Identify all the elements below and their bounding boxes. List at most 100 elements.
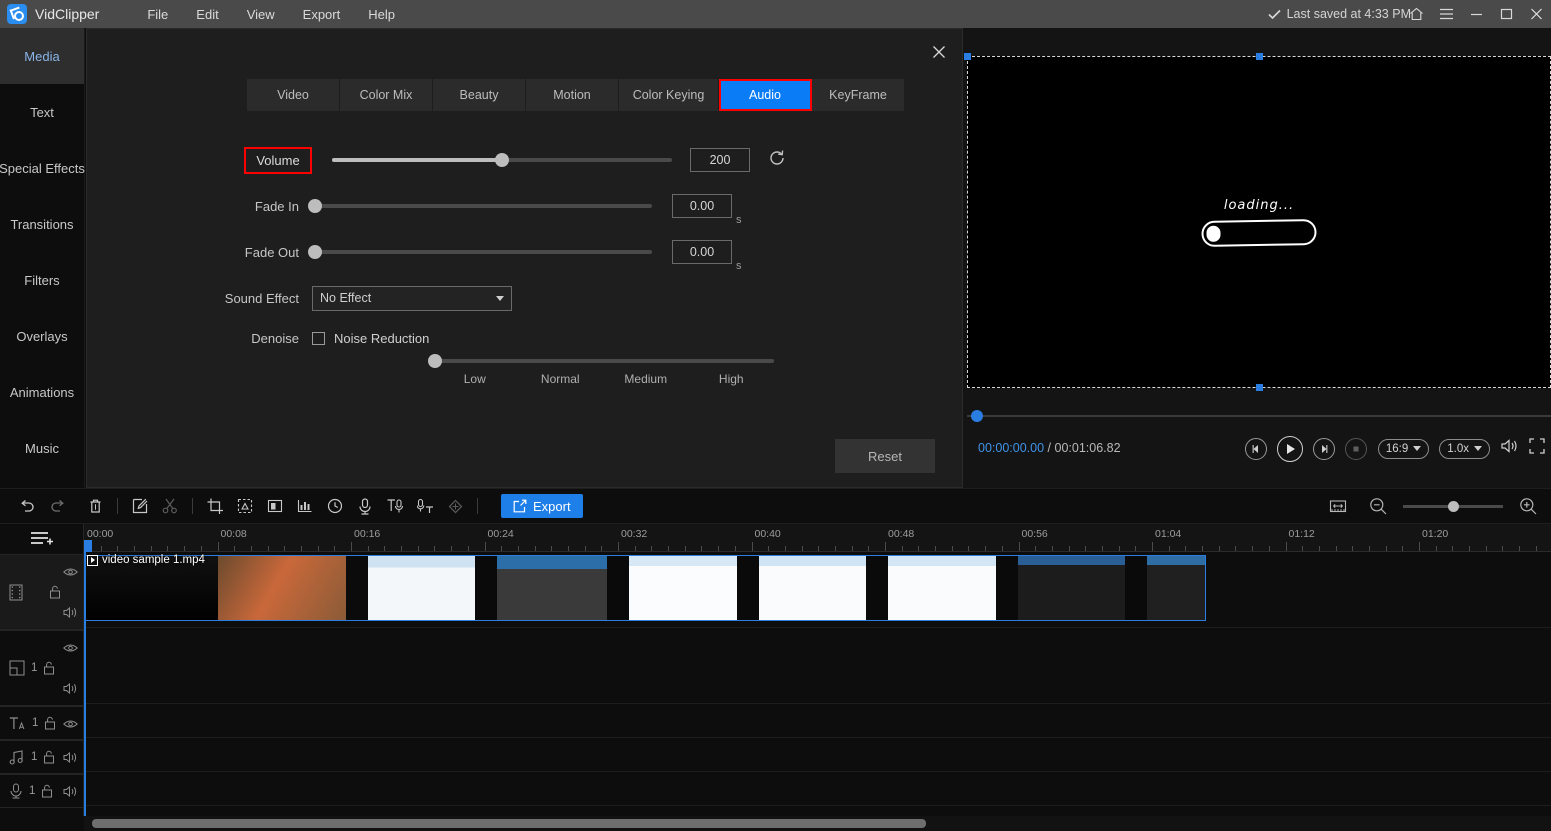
mask-icon[interactable]: [230, 491, 260, 521]
speaker-icon[interactable]: [63, 682, 78, 695]
speaker-icon[interactable]: [63, 751, 78, 764]
timeline-lane-voiceover[interactable]: [84, 772, 1551, 806]
unlock-icon[interactable]: [49, 585, 61, 599]
volume-slider[interactable]: [332, 153, 672, 167]
keyframe-diamond-icon[interactable]: [440, 491, 470, 521]
tab-color-mix[interactable]: Color Mix: [340, 79, 433, 111]
fade-out-slider[interactable]: [308, 245, 652, 259]
unlock-icon[interactable]: [44, 716, 56, 730]
eye-icon[interactable]: [63, 567, 78, 577]
reset-button[interactable]: Reset: [835, 439, 935, 473]
timeline-lane-music[interactable]: [84, 738, 1551, 772]
freeze-frame-icon[interactable]: [260, 491, 290, 521]
sidebar-item-filters[interactable]: Filters: [0, 252, 84, 308]
sidebar-item-media[interactable]: Media: [0, 28, 84, 84]
next-frame-icon[interactable]: [1313, 438, 1335, 460]
playhead-handle[interactable]: [84, 540, 92, 552]
sidebar-item-overlays[interactable]: Overlays: [0, 308, 84, 364]
sidebar-item-animations[interactable]: Animations: [0, 364, 84, 420]
close-icon[interactable]: [926, 39, 952, 65]
scrollbar-thumb[interactable]: [92, 819, 926, 828]
redo-icon[interactable]: [42, 491, 72, 521]
preview-canvas[interactable]: loading...: [964, 53, 1551, 391]
menu-view[interactable]: View: [233, 2, 289, 27]
selection-handle-bottom-center[interactable]: [1256, 384, 1263, 391]
timeline-horizontal-scrollbar[interactable]: [84, 816, 1551, 831]
stop-icon[interactable]: [1345, 438, 1367, 460]
text-to-speech-icon[interactable]: [380, 491, 410, 521]
tab-audio[interactable]: Audio: [719, 79, 812, 111]
edit-icon[interactable]: [125, 491, 155, 521]
eye-icon[interactable]: [63, 643, 78, 653]
tab-video[interactable]: Video: [247, 79, 340, 111]
minimize-icon[interactable]: [1461, 0, 1491, 28]
volume-value-input[interactable]: 200: [690, 148, 750, 172]
play-icon[interactable]: [1277, 436, 1303, 462]
sidebar-item-text[interactable]: Text: [0, 84, 84, 140]
timeline-clip-video[interactable]: [84, 555, 1206, 621]
zoom-in-icon[interactable]: [1513, 491, 1543, 521]
sidebar-item-transitions[interactable]: Transitions: [0, 196, 84, 252]
hamburger-menu-icon[interactable]: [1431, 0, 1461, 28]
sound-effect-dropdown[interactable]: No Effect: [312, 285, 512, 311]
maximize-icon[interactable]: [1491, 0, 1521, 28]
scrubber-thumb[interactable]: [971, 410, 983, 422]
tab-beauty[interactable]: Beauty: [433, 79, 526, 111]
speaker-icon[interactable]: [63, 785, 78, 798]
fit-timeline-icon[interactable]: [1323, 491, 1353, 521]
noise-reduction-checkbox[interactable]: [312, 331, 325, 345]
timeline-lane-pip[interactable]: [84, 628, 1551, 704]
undo-icon[interactable]: [12, 491, 42, 521]
tab-keyframe[interactable]: KeyFrame: [812, 79, 905, 111]
fade-in-slider[interactable]: [308, 199, 652, 213]
speaker-icon[interactable]: [63, 606, 78, 619]
fade-in-value-input[interactable]: 0.00: [672, 194, 732, 218]
denoise-slider[interactable]: [428, 354, 774, 368]
fade-out-value-input[interactable]: 0.00: [672, 240, 732, 264]
track-header-pip[interactable]: 1: [0, 630, 84, 706]
preview-scrubber[interactable]: [967, 408, 1551, 424]
track-header-music[interactable]: 1: [0, 740, 84, 774]
close-icon[interactable]: [1521, 0, 1551, 28]
unlock-icon[interactable]: [43, 750, 55, 764]
tab-color-keying[interactable]: Color Keying: [619, 79, 719, 111]
prev-frame-icon[interactable]: [1245, 438, 1267, 460]
zoom-out-icon[interactable]: [1363, 491, 1393, 521]
track-header-video[interactable]: [0, 554, 84, 630]
home-icon[interactable]: [1401, 0, 1431, 28]
timeline-lane-video[interactable]: video sample 1.mp4: [84, 552, 1551, 628]
menu-export[interactable]: Export: [289, 2, 355, 27]
timeline-lane-text[interactable]: [84, 704, 1551, 738]
aspect-ratio-dropdown[interactable]: 16:9: [1377, 438, 1430, 459]
sidebar-item-music[interactable]: Music: [0, 420, 84, 476]
playhead[interactable]: [84, 540, 86, 816]
sidebar-item-special-effects[interactable]: Special Effects: [0, 140, 85, 196]
record-mic-icon[interactable]: [350, 491, 380, 521]
export-button[interactable]: Export: [501, 494, 583, 518]
zoom-slider[interactable]: [1403, 500, 1503, 512]
track-header-voiceover[interactable]: 1: [0, 774, 84, 808]
delete-icon[interactable]: [80, 491, 110, 521]
menu-edit[interactable]: Edit: [182, 2, 232, 27]
fullscreen-icon[interactable]: [1529, 438, 1545, 459]
menu-help[interactable]: Help: [354, 2, 409, 27]
menu-file[interactable]: File: [133, 2, 182, 27]
unlock-icon[interactable]: [41, 784, 53, 798]
timeline-ruler[interactable]: 00:00 00:08 00:16 00:24 00:32 00:40 00:48 00:56…: [84, 524, 1551, 552]
add-track-icon[interactable]: [0, 524, 84, 554]
selection-handle-top-center[interactable]: [1256, 53, 1263, 60]
reset-circular-arrow-icon[interactable]: [768, 149, 786, 172]
playback-speed-dropdown[interactable]: 1.0x: [1439, 438, 1490, 459]
track-header-text[interactable]: 1: [0, 706, 84, 740]
tab-motion[interactable]: Motion: [526, 79, 619, 111]
audio-levels-icon[interactable]: [290, 491, 320, 521]
speed-clock-icon[interactable]: [320, 491, 350, 521]
eye-icon[interactable]: [63, 719, 78, 729]
selection-handle-top-left[interactable]: [964, 53, 971, 60]
speaker-icon[interactable]: [1500, 438, 1519, 459]
unlock-icon[interactable]: [43, 661, 55, 675]
speech-to-text-icon[interactable]: [410, 491, 440, 521]
scissors-icon[interactable]: [155, 491, 185, 521]
ruler-tick: [284, 546, 286, 551]
crop-icon[interactable]: [200, 491, 230, 521]
